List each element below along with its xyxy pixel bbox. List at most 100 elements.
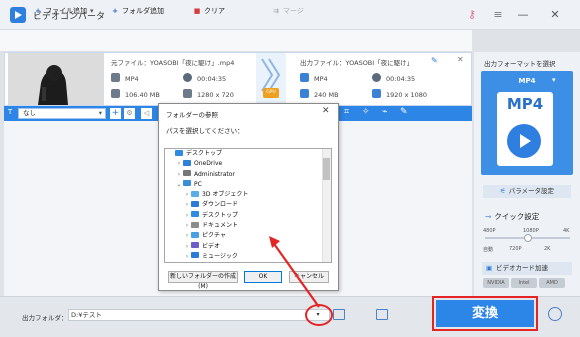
subtitle-select[interactable]: なし ▾ xyxy=(18,108,106,119)
tree-scrollbar-thumb[interactable] xyxy=(323,158,330,180)
dialog-title: フォルダーの参照 xyxy=(166,111,218,119)
tick-1080p: 1080P xyxy=(523,228,539,234)
output-resolution: 1920 x 1080 xyxy=(372,89,427,99)
chevron-down-icon[interactable]: ▾ xyxy=(90,7,94,15)
tree-item[interactable]: › Administrator xyxy=(165,170,331,180)
tick-4k: 4K xyxy=(563,228,570,234)
parameter-settings-button[interactable]: ⚟ パラメータ設定 xyxy=(483,185,571,198)
tree-item-label: ドキュメント xyxy=(202,222,239,230)
disk-icon xyxy=(111,89,120,98)
chevron-icon[interactable]: › xyxy=(175,170,183,180)
edit-name-icon[interactable]: ✎ xyxy=(431,56,438,65)
tree-item-label: PC xyxy=(194,180,202,188)
tree-item-label: 3D オブジェクト xyxy=(202,191,249,199)
chevron-icon[interactable]: › xyxy=(183,252,191,262)
quick-settings-label: ⊸ クイック設定 xyxy=(485,212,540,221)
tree-item[interactable]: ⌄ PC xyxy=(165,180,331,190)
tick-720p: 720P xyxy=(509,246,522,252)
pc-icon xyxy=(183,180,191,187)
tree-item[interactable]: デスクトップ xyxy=(165,149,331,160)
format-icon xyxy=(111,73,120,82)
chevron-icon[interactable]: › xyxy=(183,242,191,252)
effects-icon[interactable]: ✧ xyxy=(362,107,370,117)
open-folder-icon[interactable] xyxy=(376,309,388,320)
add-folder-button[interactable]: + フォルダ追加 xyxy=(110,4,164,18)
edit-icon[interactable]: ✎ xyxy=(400,107,408,117)
add-subtitle-button[interactable]: + xyxy=(110,108,121,119)
chevron-icon[interactable]: › xyxy=(175,159,183,169)
source-resolution: 1280 x 720 xyxy=(183,89,234,99)
cube-icon xyxy=(191,190,199,197)
ok-button[interactable]: OK xyxy=(244,271,282,283)
tree-item[interactable]: › OneDrive xyxy=(165,159,331,169)
desktop-icon xyxy=(191,211,199,218)
chevron-down-icon: ▾ xyxy=(98,109,102,117)
alarm-icon[interactable] xyxy=(548,307,562,321)
tree-item[interactable]: › ミュージック xyxy=(165,252,331,262)
merge-button[interactable]: ⇉ マージ xyxy=(271,4,304,18)
minimize-button[interactable]: — xyxy=(513,6,533,24)
crop-icon[interactable]: ⌗ xyxy=(344,107,349,117)
tree-item[interactable]: › 3D オブジェクト xyxy=(165,190,331,200)
format-icon xyxy=(300,73,309,82)
clock-icon xyxy=(372,73,381,82)
clock-icon xyxy=(183,73,192,82)
cloud-icon xyxy=(183,159,191,166)
remove-file-icon[interactable]: ✕ xyxy=(457,55,464,64)
mp4-icon-text: MP4 xyxy=(506,95,544,113)
chevron-icon[interactable]: ⌄ xyxy=(175,180,183,190)
source-duration: 00:04:35 xyxy=(183,73,226,83)
plus-icon: + xyxy=(112,7,118,15)
source-size: 106.40 MB xyxy=(111,89,160,99)
chevron-icon[interactable]: › xyxy=(183,190,191,200)
chevron-down-icon[interactable]: ▾ xyxy=(552,76,556,84)
new-folder-button[interactable]: 新しいフォルダーの作成(M) xyxy=(168,271,238,290)
nvidia-logo: NVIDIA xyxy=(483,278,509,288)
quick-setting-slider-knob[interactable] xyxy=(523,234,532,242)
gpu-vendor-logos: NVIDIA Intel AMD xyxy=(483,278,573,290)
dialog-close-icon[interactable]: ✕ xyxy=(322,106,330,116)
merge-icon: ⇉ xyxy=(273,7,279,15)
download-icon xyxy=(191,200,199,207)
user-icon xyxy=(183,170,191,177)
gpu-badge: GPU xyxy=(263,88,279,98)
tree-item[interactable]: › ドキュメント xyxy=(165,221,331,231)
tree-item-label: ダウンロード xyxy=(202,201,239,209)
tree-item[interactable]: › ダウンロード xyxy=(165,200,331,210)
chevron-icon[interactable]: › xyxy=(183,221,191,231)
folder-icon[interactable] xyxy=(333,309,345,320)
tick-480p: 480P xyxy=(483,228,496,234)
convert-button[interactable]: 変換 xyxy=(436,300,534,327)
tree-item[interactable]: › ピクチャ xyxy=(165,231,331,241)
key-icon[interactable]: ⚷ xyxy=(462,6,482,24)
gpu-acceleration-button[interactable]: ▣ ビデオカード加速 xyxy=(482,262,572,275)
output-file-name: 出力ファイル：YOASOBI「夜に駆け」 xyxy=(300,59,414,67)
tree-item-label: デスクトップ xyxy=(202,211,239,219)
slider-icon: ⊸ xyxy=(485,212,492,221)
output-folder-label: 出力フォルダ： xyxy=(22,314,68,322)
close-button[interactable]: ✕ xyxy=(545,6,565,24)
menu-icon[interactable]: ≡ xyxy=(488,6,508,24)
highlight-circle xyxy=(305,304,333,326)
subtitle-icon: T xyxy=(8,108,13,116)
watermark-icon[interactable]: ⌁ xyxy=(382,107,387,117)
folder-tree[interactable]: デスクトップ › OneDrive › Administrator ⌄ PC › 3D オブジェ… xyxy=(164,148,332,263)
desktop-icon xyxy=(175,149,183,156)
chevron-icon[interactable]: › xyxy=(183,231,191,241)
subtitle-settings-button[interactable]: ⚙ xyxy=(124,108,135,119)
output-folder-field[interactable]: D:¥テスト xyxy=(68,309,330,321)
source-format: MP4 xyxy=(111,73,139,83)
sliders-icon: ⚟ xyxy=(499,187,506,195)
tree-item[interactable]: › デスクトップ xyxy=(165,211,331,221)
audio-track-button[interactable]: ◁ xyxy=(141,108,152,119)
play-icon xyxy=(507,124,541,158)
source-file-name: 元ファイル：YOASOBI「夜に駆け」.mp4 xyxy=(111,59,235,67)
tree-item-label: ミュージック xyxy=(202,252,238,260)
chevron-icon[interactable]: › xyxy=(183,200,191,210)
chevron-icon[interactable]: › xyxy=(183,211,191,221)
cancel-button[interactable]: キャンセル xyxy=(289,271,329,283)
tree-item[interactable]: › ビデオ xyxy=(165,242,331,252)
clear-button[interactable]: ■ クリア xyxy=(192,4,225,18)
add-file-button[interactable]: + ファイル追加 ▾ xyxy=(33,4,94,18)
tick-auto: 自動 xyxy=(483,247,494,253)
